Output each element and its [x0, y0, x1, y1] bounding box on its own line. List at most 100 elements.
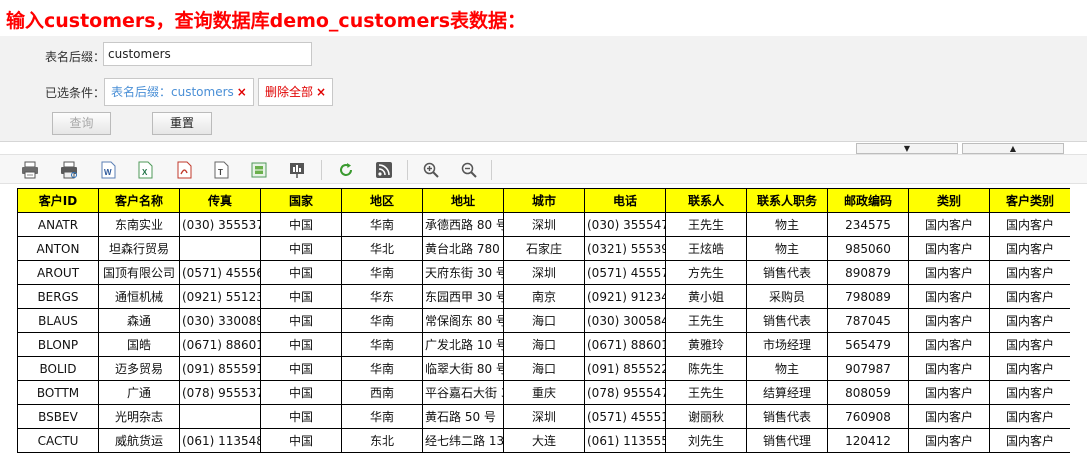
table-cell: 黄小姐 [665, 284, 747, 309]
table-cell: 国内客户 [989, 284, 1070, 309]
export-excel-icon[interactable]: X [134, 159, 156, 181]
filter-chip: 表名后缀：customers × [104, 78, 254, 106]
table-cell: 国顶有限公司 [98, 260, 180, 285]
column-header[interactable]: 类别 [908, 188, 990, 213]
table-cell: 物主 [746, 212, 828, 237]
table-cell: BOTTM [17, 380, 99, 405]
clear-all-icon[interactable]: × [316, 85, 326, 99]
table-cell: AROUT [17, 260, 99, 285]
clear-all-label: 删除全部 [265, 85, 314, 99]
table-cell: 森通 [98, 308, 180, 333]
table-cell: 华南 [341, 356, 423, 381]
column-header[interactable]: 地址 [422, 188, 504, 213]
column-header[interactable]: 地区 [341, 188, 423, 213]
export-text-icon[interactable]: T [210, 159, 232, 181]
table-row[interactable]: ANATR东南实业(030) 3555374中国华南承德西路 80 号深圳(03… [17, 212, 1070, 237]
table-suffix-input[interactable] [103, 42, 312, 66]
table-row[interactable]: CACTU威航货运(061) 1135489中国东北经七纬二路 13 号大连(0… [17, 428, 1070, 453]
table-cell: 重庆 [503, 380, 585, 405]
remove-filter-icon[interactable]: × [237, 85, 247, 99]
table-cell: 808059 [827, 380, 909, 405]
column-header[interactable]: 邮政编码 [827, 188, 909, 213]
table-cell: 华南 [341, 212, 423, 237]
table-row[interactable]: ANTON坦森行贸易 中国华北黄台北路 780 号石家庄(0321) 555393… [17, 236, 1070, 261]
export-pdf-icon[interactable] [173, 159, 195, 181]
table-cell: 国内客户 [989, 332, 1070, 357]
table-cell: 798089 [827, 284, 909, 309]
table-cell: 威航货运 [98, 428, 180, 453]
toolbar-separator [321, 160, 322, 180]
column-header[interactable]: 客户名称 [98, 188, 180, 213]
clear-all-chip[interactable]: 删除全部 × [258, 78, 334, 106]
table-cell: CACTU [17, 428, 99, 453]
table-cell: 国内客户 [908, 428, 990, 453]
zoom-out-icon[interactable] [458, 159, 480, 181]
table-cell: (0321) 5553932 [584, 236, 666, 261]
table-cell: 谢丽秋 [665, 404, 747, 429]
reset-button[interactable]: 重置 [152, 112, 212, 135]
table-cell: 黄台北路 780 号 [422, 236, 504, 261]
column-header[interactable]: 电话 [584, 188, 666, 213]
table-cell: 国内客户 [989, 212, 1070, 237]
table-cell: 广发北路 10 号 [422, 332, 504, 357]
table-cell: 王炫皓 [665, 236, 747, 261]
table-cell: 华南 [341, 260, 423, 285]
table-cell: 国内客户 [989, 308, 1070, 333]
table-row[interactable]: BOLID迈多贸易(091) 8555919中国华南临翠大街 80 号海口(09… [17, 356, 1070, 381]
table-cell: 787045 [827, 308, 909, 333]
table-cell: (030) 3555472 [584, 212, 666, 237]
export-word-icon[interactable]: W [97, 159, 119, 181]
collapse-down-button[interactable]: ▼ [856, 143, 958, 154]
toolbar-separator [407, 160, 408, 180]
print-icon[interactable] [19, 159, 41, 181]
column-header[interactable]: 联系人职务 [746, 188, 828, 213]
table-cell: 临翠大街 80 号 [422, 356, 504, 381]
refresh-icon[interactable] [335, 159, 357, 181]
table-cell: (030) 3555374 [179, 212, 261, 237]
table-cell: 华南 [341, 332, 423, 357]
table-cell: 西南 [341, 380, 423, 405]
column-header[interactable]: 客户类别 [989, 188, 1070, 213]
table-cell: 销售代表 [746, 308, 828, 333]
report-grid: 客户ID 客户名称 传真 国家 地区 地址 城市 电话 联系人 联系人职务 邮政编码 类别 客户类别 A… [17, 188, 1070, 455]
column-header[interactable]: 城市 [503, 188, 585, 213]
table-row[interactable]: BLONP国皓(0671) 8860152中国华南广发北路 10 号海口(067… [17, 332, 1070, 357]
table-cell: 华东 [341, 284, 423, 309]
column-header[interactable]: 联系人 [665, 188, 747, 213]
table-cell: 刘先生 [665, 428, 747, 453]
page-title: 输入customers，查询数据库demo_customers表数据： [6, 10, 527, 32]
export-ppt-icon[interactable] [286, 159, 308, 181]
table-cell: 陈先生 [665, 356, 747, 381]
table-cell: ANTON [17, 236, 99, 261]
column-header[interactable]: 客户ID [17, 188, 99, 213]
rss-icon[interactable] [373, 159, 395, 181]
table-cell: 国内客户 [989, 404, 1070, 429]
table-cell: 销售代表 [746, 260, 828, 285]
column-header[interactable]: 传真 [179, 188, 261, 213]
table-row[interactable]: BLAUS森通(030) 3300892中国华南常保阁东 80 号海口(030)… [17, 308, 1070, 333]
table-cell: 234575 [827, 212, 909, 237]
table-cell: 国内客户 [989, 380, 1070, 405]
table-row[interactable]: BSBEV光明杂志 中国华南黄石路 50 号深圳(0571) 4555120谢丽秋… [17, 404, 1070, 429]
table-cell: 王先生 [665, 380, 747, 405]
table-row[interactable]: AROUT国顶有限公司(0571) 4555670中国华南天府东街 30 号深圳… [17, 260, 1070, 285]
query-panel: 表名后缀： 已选条件： 表名后缀：customers× 删除全部× 查询 重置 [0, 36, 1087, 142]
table-cell: 国内客户 [908, 404, 990, 429]
query-button[interactable]: 查询 [52, 112, 111, 135]
zoom-in-icon[interactable] [420, 159, 442, 181]
table-cell: 深圳 [503, 212, 585, 237]
print-preview-icon[interactable] [58, 159, 80, 181]
column-header[interactable]: 国家 [260, 188, 342, 213]
table-row[interactable]: BOTTM广通(078) 9555373中国西南平谷嘉石大街 38 号重庆(07… [17, 380, 1070, 405]
expand-up-button[interactable]: ▲ [962, 143, 1064, 154]
chevron-down-icon: ▼ [903, 144, 911, 153]
export-image-icon[interactable] [248, 159, 270, 181]
chevron-up-icon: ▲ [1009, 144, 1017, 153]
table-row[interactable]: BERGS通恒机械(0921) 5512345中国华东东园西甲 30 号南京(0… [17, 284, 1070, 309]
table-cell: 物主 [746, 236, 828, 261]
table-cell: (078) 9555373 [179, 380, 261, 405]
table-cell: (078) 9555472 [584, 380, 666, 405]
table-cell: 中国 [260, 308, 342, 333]
table-cell: 大连 [503, 428, 585, 453]
table-cell: 中国 [260, 260, 342, 285]
